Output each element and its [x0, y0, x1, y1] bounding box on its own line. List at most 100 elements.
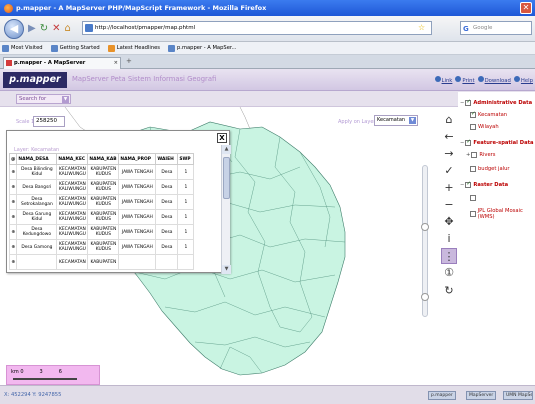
table-cell: JAWA TENGAH — [118, 224, 157, 240]
column-header[interactable]: NAMA_KEC — [56, 153, 89, 165]
table-row[interactable]: ⊕ Desa Bangsri KECAMATAN KALIWUNGU KABUP… — [8, 179, 195, 195]
checkbox-icon[interactable] — [465, 181, 472, 188]
tab-close-button[interactable]: × — [114, 58, 118, 69]
scroll-up-icon[interactable]: ▲ — [222, 145, 231, 154]
legend-item-jpl-mosaic[interactable]: JPL Global Mosaic (WMS) — [470, 208, 535, 220]
scroll-down-icon[interactable]: ▼ — [222, 265, 231, 274]
forward-button[interactable]: ▶ — [28, 23, 36, 34]
close-icon[interactable]: X — [217, 133, 227, 143]
legend-group-feature[interactable]: −Feature-spatial Data — [460, 139, 534, 146]
scrollbar-thumb[interactable] — [223, 157, 230, 199]
table-cell: Desa Kedungdowo — [16, 224, 58, 240]
pmapper-badge[interactable]: p.mapper — [428, 391, 456, 400]
table-cell: Desa Bilinding Kidul — [16, 164, 58, 180]
pmapper-logo: p.mapper — [3, 72, 67, 88]
bookmark-latest-headlines[interactable]: Latest Headlines — [107, 44, 160, 52]
url-bar[interactable]: http://localhost/pmapper/map.phtml — [82, 21, 432, 35]
window-title: p.mapper - A MapServer PHP/MapScript Fra… — [16, 4, 267, 12]
zoom-to-icon[interactable]: ⊕ — [8, 239, 18, 255]
chevron-down-icon: ▼ — [62, 96, 69, 103]
zoom-slider-handle[interactable] — [421, 223, 429, 231]
results-scrollbar[interactable]: ▲ ▼ — [221, 145, 231, 274]
zoom-to-icon[interactable]: ⊕ — [8, 164, 18, 180]
column-header[interactable]: WAIEH — [155, 153, 179, 165]
expand-icon[interactable]: − — [460, 100, 464, 106]
checkbox-icon[interactable] — [470, 111, 476, 118]
download-link[interactable]: Download — [477, 76, 511, 84]
legend-item-rivers[interactable]: + Rivers — [466, 152, 496, 158]
bookmarks-bar: Most Visited Getting Started Latest Head… — [0, 42, 535, 55]
zoom-to-icon[interactable]: ⊕ — [8, 179, 18, 195]
table-row[interactable]: ⊕ Desa Bilinding Kidul KECAMATAN KALIWUN… — [8, 164, 195, 180]
search-for-select[interactable]: Search for ▼ — [16, 94, 71, 104]
zoom-out-icon[interactable]: − — [441, 197, 457, 213]
column-header[interactable]: @ — [8, 153, 18, 165]
search-box[interactable]: G Google — [460, 21, 532, 35]
checkbox-icon[interactable] — [465, 139, 472, 146]
table-row[interactable]: ⊕ Desa Garung Kidul KECAMATAN KALIWUNGU … — [8, 209, 195, 225]
scale-input[interactable]: 258250 — [33, 116, 65, 127]
bookmark-pmapper[interactable]: p.mapper - A MapSer... — [168, 44, 237, 52]
zoom-slider[interactable] — [420, 165, 430, 317]
print-link[interactable]: Print — [455, 76, 475, 84]
window-close-button[interactable]: ✕ — [520, 2, 532, 14]
layer-results-window[interactable]: X Layer: Kecamatan @ NAMA_DESA NAMA_KEC … — [6, 130, 231, 274]
bookmark-getting-started[interactable]: Getting Started — [50, 44, 100, 52]
zoom-to-icon[interactable]: ⊕ — [8, 209, 18, 225]
reload-icon[interactable]: ↻ — [441, 283, 457, 299]
table-row[interactable]: ⊕ Desa Gamong KECAMATAN KALIWUNGU KABUPA… — [8, 239, 195, 255]
umn-badge[interactable]: UMN MapServer — [503, 391, 533, 400]
checkbox-icon[interactable] — [470, 211, 476, 217]
stop-button[interactable]: ✕ — [52, 23, 60, 34]
zoom-to-icon[interactable]: ⊕ — [8, 194, 18, 210]
bookmark-star-icon[interactable]: ☆ — [418, 23, 425, 32]
expand-icon[interactable]: + — [466, 152, 470, 158]
identify-icon[interactable]: i — [441, 231, 457, 247]
pan-icon[interactable]: ✥ — [441, 214, 457, 230]
table-cell: KECAMATAN KALIWUNGU — [56, 179, 89, 195]
bookmark-most-visited[interactable]: Most Visited — [2, 44, 43, 52]
measure-icon[interactable]: ① — [441, 265, 457, 281]
table-cell: KABUPATEN — [87, 254, 120, 270]
legend-group-raster[interactable]: −Raster Data — [460, 181, 508, 188]
legend-item-kecamatan[interactable]: Kecamatan — [470, 111, 507, 118]
legend-item-raster-1[interactable] — [470, 195, 478, 201]
apply-layer-select[interactable]: Kecamatan ▼ — [374, 115, 418, 126]
help-link[interactable]: Help — [513, 76, 533, 84]
zoom-to-icon[interactable]: ⊕ — [8, 224, 18, 240]
zoom-slider-handle-bottom[interactable] — [421, 293, 429, 301]
checkbox-icon[interactable] — [471, 152, 478, 158]
table-row[interactable]: ⊕ KECAMATAN KABUPATEN — [8, 254, 195, 270]
expand-icon[interactable]: − — [460, 182, 464, 188]
home-button[interactable]: ⌂ — [64, 23, 70, 34]
link-link[interactable]: Link — [434, 76, 452, 84]
mapserver-badge[interactable]: MapServer — [466, 391, 497, 400]
legend-item-budget-jalur[interactable]: budget jalur — [470, 166, 510, 172]
column-header[interactable]: NAMA_PROP — [118, 153, 157, 165]
table-row[interactable]: ⊕ Desa Kedungdowo KECAMATAN KALIWUNGU KA… — [8, 224, 195, 240]
zoom-plus-icon[interactable]: + — [441, 180, 457, 196]
checkbox-icon[interactable] — [470, 166, 476, 172]
checkbox-icon[interactable] — [465, 99, 472, 106]
tab-pmapper[interactable]: p.mapper - A MapServer PHP/MapSc... × — [3, 57, 121, 77]
column-header[interactable]: SWP — [177, 153, 195, 165]
select-icon[interactable]: ⋮ — [441, 248, 457, 264]
reload-button[interactable]: ↻ — [40, 23, 48, 34]
expand-icon[interactable]: − — [460, 140, 464, 146]
legend-group-administrative[interactable]: −Administrative Data — [460, 99, 532, 106]
new-tab-button[interactable]: + — [126, 57, 132, 65]
zoom-in-icon[interactable]: ✓ — [441, 163, 457, 179]
checkbox-icon[interactable] — [470, 195, 476, 201]
back-button[interactable]: ◀ — [4, 18, 24, 39]
arrow-right-icon[interactable]: → — [441, 146, 457, 162]
checkbox-icon[interactable] — [470, 124, 476, 130]
arrow-left-icon[interactable]: ← — [441, 129, 457, 145]
print-icon — [455, 76, 462, 82]
url-text: http://localhost/pmapper/map.phtml — [95, 25, 196, 31]
table-row[interactable]: ⊕ Desa Setrokalangan KECAMATAN KALIWUNGU… — [8, 194, 195, 210]
column-header[interactable]: NAMA_KAB — [87, 153, 120, 165]
home-icon[interactable]: ⌂ — [441, 112, 457, 128]
zoom-to-icon[interactable]: ⊕ — [8, 254, 18, 270]
column-header[interactable]: NAMA_DESA — [16, 153, 58, 165]
legend-item-wilayah[interactable]: Wilayah — [470, 124, 499, 130]
